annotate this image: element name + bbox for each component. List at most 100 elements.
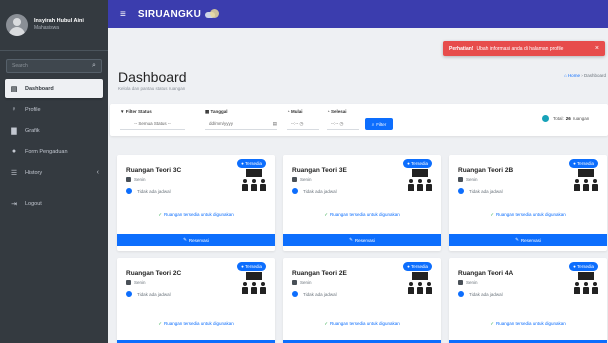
filter-status-text: Filter Status xyxy=(125,109,152,114)
status-select[interactable]: -- Semua Status -- xyxy=(120,118,185,130)
calendar-picker-icon[interactable]: ▤ xyxy=(273,121,277,127)
filter-date-text: Tanggal xyxy=(210,109,228,114)
reservasi-button[interactable]: ✎Reservasi xyxy=(449,234,607,246)
profile-alert: Perhatian! Ubah informasi anda di halama… xyxy=(443,41,605,56)
room-location-text: Senin xyxy=(466,177,478,182)
building-icon xyxy=(126,177,131,182)
room-availability: ✓ Ruangan tersedia untuk digunakan xyxy=(117,321,275,327)
filter-end-label: ◔ Selesai xyxy=(327,109,347,114)
clock-icon xyxy=(458,291,464,297)
total-count: 26 xyxy=(565,116,571,121)
check-icon: ✓ xyxy=(490,321,494,326)
home-icon: ⌂ xyxy=(563,73,567,78)
sidebar-item-dashboard[interactable]: ▤ Dashboard xyxy=(5,79,103,98)
room-location: Senin xyxy=(458,177,478,182)
brand-name[interactable]: SIRUANGKU xyxy=(138,9,201,20)
status-badge-label: Tersedia xyxy=(244,264,262,269)
room-schedule: Tidak ada jadwal xyxy=(292,291,337,297)
avatar xyxy=(6,14,28,36)
reservasi-button-label: Reservasi xyxy=(520,237,541,243)
room-availability-text: Ruangan tersedia untuk digunakan xyxy=(495,212,566,217)
end-time-input[interactable]: --:-- ◷ xyxy=(327,118,359,130)
room-name: Ruangan Teori 2B xyxy=(458,167,514,174)
check-icon: ✓ xyxy=(158,321,162,326)
sidebar-item-label: History xyxy=(25,169,43,176)
room-schedule: Tidak ada jadwal xyxy=(458,188,503,194)
filter-button-label: Filter xyxy=(376,121,387,127)
room-availability: ✓ Ruangan tersedia untuk digunakan xyxy=(117,212,275,218)
filter-end-text: Selesai xyxy=(330,109,347,114)
reservasi-button[interactable]: ✎Reservasi xyxy=(117,234,275,246)
total-prefix: Total: xyxy=(553,116,564,121)
status-badge: ● Tersedia xyxy=(403,262,432,271)
room-name: Ruangan Teori 3C xyxy=(126,167,182,174)
sidebar-item-logout[interactable]: ⇥ Logout xyxy=(5,194,103,213)
date-input[interactable]: dd/mm/yyyy ▤ xyxy=(205,118,277,130)
room-location: Senin xyxy=(458,280,478,285)
sidebar-item-history[interactable]: ☰ History ‹ xyxy=(5,163,103,182)
status-badge-label: Tersedia xyxy=(576,161,594,166)
page-title: Dashboard xyxy=(118,69,187,85)
room-availability-text: Ruangan tersedia untuk digunakan xyxy=(495,321,566,326)
room-schedule: Tidak ada jadwal xyxy=(126,291,171,297)
building-icon xyxy=(292,280,297,285)
room-name: Ruangan Teori 2E xyxy=(292,270,347,277)
room-location: Senin xyxy=(292,280,312,285)
room-card: ● Tersedia Ruangan Teori 2B Senin Tidak ada… xyxy=(449,155,607,251)
filter-start-label: ◔ Mulai xyxy=(287,109,303,114)
clock-icon xyxy=(126,188,132,194)
check-icon: ✓ xyxy=(324,212,328,217)
sidebar-item-label: Dashboard xyxy=(25,85,54,92)
sidebar-item-grafik[interactable]: ▇ Grafik xyxy=(5,121,103,140)
chevron-left-icon: ‹ xyxy=(96,169,99,176)
building-icon xyxy=(292,177,297,182)
sidebar-item-label: Logout xyxy=(25,200,42,207)
filter-date-label: ▦ Tanggal xyxy=(205,109,227,115)
room-schedule-text: Tidak ada jadwal xyxy=(469,188,503,194)
reservasi-button[interactable]: ✎Reservasi xyxy=(283,234,441,246)
sidebar-search: ⌕ xyxy=(6,59,102,73)
room-schedule: Tidak ada jadwal xyxy=(458,291,503,297)
building-icon xyxy=(458,280,463,285)
user-info: Insyirah Hubul Aini Mahasiswa xyxy=(34,18,84,32)
close-icon[interactable]: × xyxy=(595,45,599,52)
dashboard-icon: ▤ xyxy=(10,85,18,93)
breadcrumb: ⌂ Home › Dashboard xyxy=(564,73,606,78)
user-name: Insyirah Hubul Aini xyxy=(34,18,84,24)
room-schedule-text: Tidak ada jadwal xyxy=(469,291,503,297)
room-location-text: Senin xyxy=(300,280,312,285)
room-availability-text: Ruangan tersedia untuk digunakan xyxy=(163,321,234,326)
check-icon: ✓ xyxy=(324,321,328,326)
user-panel[interactable]: Insyirah Hubul Aini Mahasiswa xyxy=(0,0,108,51)
classroom-icon xyxy=(408,169,432,191)
start-time-input[interactable]: --:-- ◷ xyxy=(287,118,319,130)
room-availability: ✓ Ruangan tersedia untuk digunakan xyxy=(283,321,441,327)
status-badge-label: Tersedia xyxy=(576,264,594,269)
room-card: ● Tersedia Ruangan Teori 3C Senin Tidak ada… xyxy=(117,155,275,251)
status-badge: ● Tersedia xyxy=(403,159,432,168)
room-location-text: Senin xyxy=(466,280,478,285)
search-icon[interactable]: ⌕ xyxy=(87,60,101,72)
filter-status-label: ▼ Filter Status xyxy=(120,109,152,114)
breadcrumb-home[interactable]: Home xyxy=(568,73,580,78)
room-schedule-text: Tidak ada jadwal xyxy=(303,188,337,194)
date-placeholder: dd/mm/yyyy xyxy=(209,121,234,126)
building-icon xyxy=(126,280,131,285)
user-icon: ♀ xyxy=(11,106,17,113)
filter-button[interactable]: ⌕ Filter xyxy=(365,118,393,130)
room-availability: ✓ Ruangan tersedia untuk digunakan xyxy=(283,212,441,218)
room-name: Ruangan Teori 2C xyxy=(126,270,182,277)
sidebar-search-input[interactable] xyxy=(7,63,87,69)
filter-card: ▼ Filter Status -- Semua Status -- ▦ Tan… xyxy=(110,104,608,136)
building-icon xyxy=(458,177,463,182)
classroom-icon xyxy=(408,272,432,294)
status-badge-label: Tersedia xyxy=(410,264,428,269)
room-location-text: Senin xyxy=(300,177,312,182)
clock-icon xyxy=(292,291,298,297)
sidebar-item-profile[interactable]: ♀ Profile xyxy=(5,100,103,119)
sidebar-item-form-pengaduan[interactable]: ● Form Pengaduan xyxy=(5,142,103,161)
room-location: Senin xyxy=(126,280,146,285)
room-schedule-text: Tidak ada jadwal xyxy=(137,188,171,194)
menu-icon[interactable]: ≡ xyxy=(120,9,126,20)
filter-start-text: Mulai xyxy=(290,109,303,114)
